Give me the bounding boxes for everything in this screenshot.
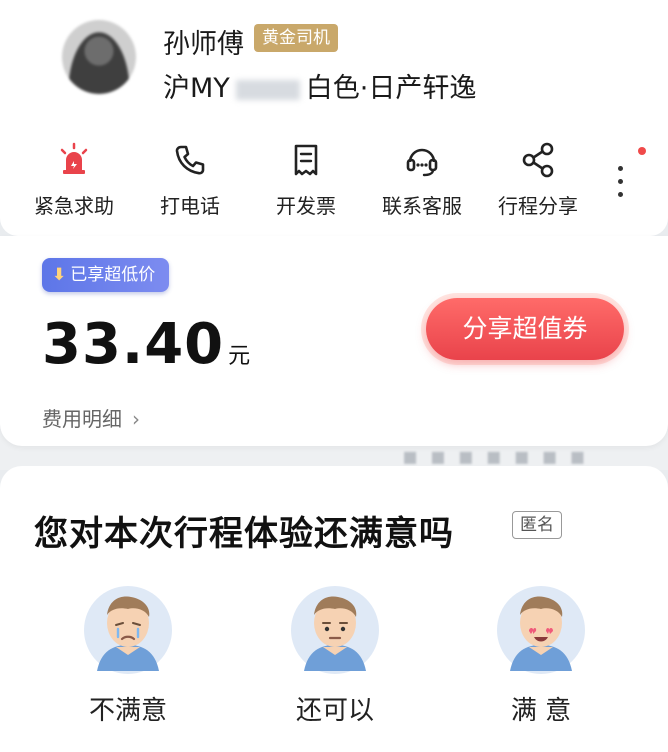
action-bar: 紧急求助 打电话 开发票 联系客服 行程分享 xyxy=(0,140,668,226)
driver-level-badge: 黄金司机 xyxy=(254,24,338,52)
trip-share-label: 行程分享 xyxy=(498,194,578,218)
driver-name: 孙师傅 xyxy=(163,29,244,60)
invoice-label: 开发票 xyxy=(276,194,336,218)
arrow-down-icon: ⬇ xyxy=(52,265,67,285)
emergency-label: 紧急求助 xyxy=(34,194,114,218)
low-price-text: 已享超低价 xyxy=(70,265,156,285)
call-label: 打电话 xyxy=(160,194,220,218)
vehicle-info: 沪MY 白色·日产轩逸 xyxy=(163,66,476,105)
fare-value: 33.40 xyxy=(42,312,225,377)
driver-avatar[interactable] xyxy=(62,20,136,94)
more-dots-icon xyxy=(618,166,623,171)
customer-service-label: 联系客服 xyxy=(382,194,462,218)
chevron-right-icon: › xyxy=(132,407,140,431)
phone-icon xyxy=(175,145,205,175)
fare-amount: 33.40 元 xyxy=(42,312,251,377)
emergency-button[interactable]: 紧急求助 xyxy=(16,140,132,219)
satisfied-face-icon[interactable] xyxy=(496,585,586,675)
fare-unit: 元 xyxy=(228,344,252,369)
neutral-label: 还可以 xyxy=(295,696,374,726)
more-options-button[interactable] xyxy=(610,158,630,208)
alarm-icon xyxy=(60,142,88,174)
notification-dot xyxy=(638,147,646,155)
anonymous-tag: 匿名 xyxy=(512,511,562,539)
call-button[interactable]: 打电话 xyxy=(132,140,248,219)
share-icon xyxy=(522,142,554,178)
headset-icon xyxy=(406,148,438,177)
share-coupon-button[interactable]: 分享超值券 xyxy=(426,298,624,360)
fare-detail-link[interactable]: 费用明细 › xyxy=(42,403,140,432)
satisfied-label: 满 意 xyxy=(510,696,572,726)
fare-detail-label: 费用明细 xyxy=(42,407,122,431)
unsatisfied-label: 不满意 xyxy=(88,696,167,726)
unsatisfied-face-icon[interactable] xyxy=(83,585,173,675)
trip-share-button[interactable]: 行程分享 xyxy=(480,140,596,219)
plate-prefix: 沪MY xyxy=(163,73,230,104)
car-description: 白色·日产轩逸 xyxy=(305,73,477,104)
invoice-icon xyxy=(294,144,318,176)
rating-title: 您对本次行程体验还满意吗 xyxy=(34,514,454,554)
neutral-face-icon[interactable] xyxy=(290,585,380,675)
low-price-badge: ⬇ 已享超低价 xyxy=(42,258,170,292)
plate-masked xyxy=(235,79,300,100)
customer-service-button[interactable]: 联系客服 xyxy=(364,140,480,219)
invoice-button[interactable]: 开发票 xyxy=(248,140,364,219)
